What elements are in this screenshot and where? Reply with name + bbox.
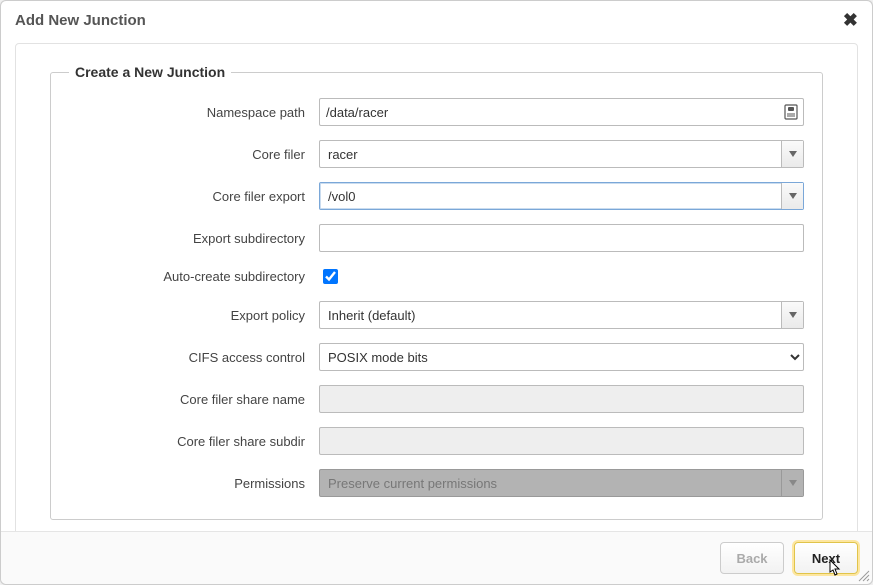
export-subdir-input[interactable]: [319, 224, 804, 252]
core-filer-export-select[interactable]: /vol0: [319, 182, 804, 210]
chevron-down-icon: [781, 183, 803, 209]
label-export-policy: Export policy: [69, 308, 319, 323]
share-subdir-input: [319, 427, 804, 455]
export-policy-select[interactable]: Inherit (default): [319, 301, 804, 329]
label-core-filer-export: Core filer export: [69, 189, 319, 204]
label-auto-create: Auto-create subdirectory: [69, 269, 319, 284]
chevron-down-icon: [781, 141, 803, 167]
label-cifs-access: CIFS access control: [69, 350, 319, 365]
label-share-name: Core filer share name: [69, 392, 319, 407]
label-export-subdir: Export subdirectory: [69, 231, 319, 246]
label-namespace-path: Namespace path: [69, 105, 319, 120]
add-junction-dialog: Add New Junction ✖ Create a New Junction…: [0, 0, 873, 585]
permissions-select: Preserve current permissions: [319, 469, 804, 497]
auto-create-checkbox[interactable]: [323, 269, 338, 284]
label-share-subdir: Core filer share subdir: [69, 434, 319, 449]
resize-grip-icon[interactable]: [856, 568, 870, 582]
create-junction-fieldset: Create a New Junction Namespace path Cor…: [50, 64, 823, 520]
chevron-down-icon: [781, 302, 803, 328]
share-name-input: [319, 385, 804, 413]
next-button[interactable]: Next: [794, 542, 858, 574]
namespace-path-input[interactable]: [319, 98, 804, 126]
dialog-body: Create a New Junction Namespace path Cor…: [1, 39, 872, 531]
dialog-header: Add New Junction ✖: [1, 1, 872, 39]
back-button[interactable]: Back: [720, 542, 784, 574]
close-icon[interactable]: ✖: [843, 11, 858, 29]
dialog-footer: Back Next: [1, 531, 872, 584]
dialog-title: Add New Junction: [15, 12, 146, 29]
core-filer-select[interactable]: racer: [319, 140, 804, 168]
cifs-access-select[interactable]: POSIX mode bits: [319, 343, 804, 371]
chevron-down-icon: [781, 470, 803, 496]
label-core-filer: Core filer: [69, 147, 319, 162]
fieldset-legend: Create a New Junction: [69, 64, 231, 80]
label-permissions: Permissions: [69, 476, 319, 491]
